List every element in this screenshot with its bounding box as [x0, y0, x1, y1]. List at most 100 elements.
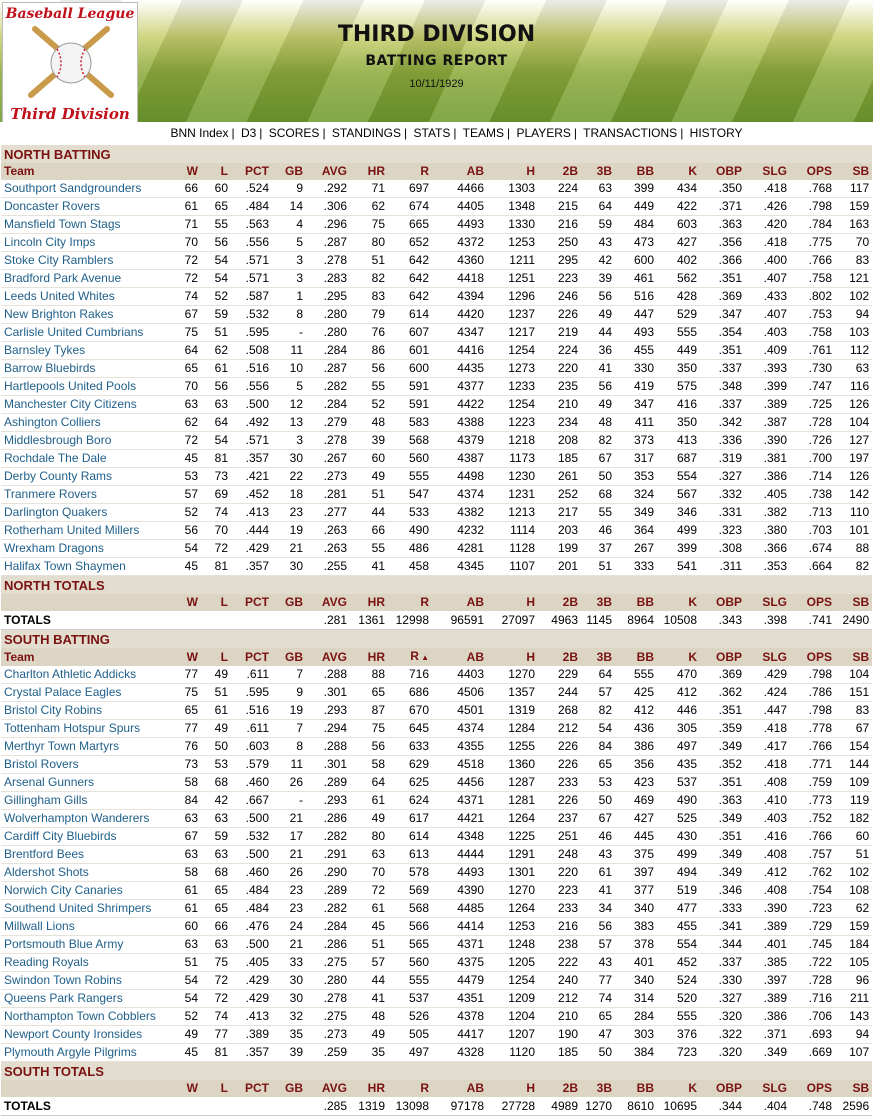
column-header-slg[interactable]: SLG	[745, 163, 790, 180]
team-link[interactable]: New Brighton Rakes	[1, 305, 171, 324]
team-link[interactable]: Barrow Bluebirds	[1, 359, 171, 378]
team-link[interactable]: Merthyr Town Martyrs	[1, 737, 171, 756]
column-header-bb[interactable]: BB	[615, 163, 657, 180]
column-header-ab[interactable]: AB	[432, 163, 487, 180]
column-header-h[interactable]: H	[487, 648, 538, 666]
column-header-ops[interactable]: OPS	[790, 648, 835, 666]
nav-stats[interactable]: STATS	[414, 126, 451, 140]
team-link[interactable]: Arsenal Gunners	[1, 773, 171, 792]
column-header-team[interactable]: Team	[1, 648, 171, 666]
team-link[interactable]: Leeds United Whites	[1, 287, 171, 306]
stat-ops: .693	[790, 1025, 835, 1044]
column-header-2b[interactable]: 2B	[538, 648, 581, 666]
nav-d3[interactable]: D3	[241, 126, 256, 140]
column-header-3b[interactable]: 3B	[581, 648, 615, 666]
column-header-pct[interactable]: PCT	[231, 163, 272, 180]
column-header-pct[interactable]: PCT	[231, 648, 272, 666]
stat-gb: 18	[272, 485, 306, 504]
column-header-k[interactable]: K	[657, 163, 700, 180]
team-link[interactable]: Doncaster Rovers	[1, 197, 171, 216]
stat-k: 687	[657, 449, 700, 468]
column-header-obp[interactable]: OBP	[700, 648, 745, 666]
stat-bb: 419	[615, 377, 657, 396]
column-header-slg[interactable]: SLG	[745, 648, 790, 666]
column-header-avg[interactable]: AVG	[306, 648, 350, 666]
column-header-2b[interactable]: 2B	[538, 163, 581, 180]
team-link[interactable]: Carlisle United Cumbrians	[1, 323, 171, 342]
column-header-l[interactable]: L	[201, 163, 231, 180]
column-header-k[interactable]: K	[657, 648, 700, 666]
column-header-hr[interactable]: HR	[350, 163, 388, 180]
column-header-gb[interactable]: GB	[272, 163, 306, 180]
team-link[interactable]: Cardiff City Bluebirds	[1, 827, 171, 846]
team-link[interactable]: Southend United Shrimpers	[1, 899, 171, 918]
column-header-sb[interactable]: SB	[835, 163, 873, 180]
team-link[interactable]: Northampton Town Cobblers	[1, 1007, 171, 1026]
column-header-ops[interactable]: OPS	[790, 163, 835, 180]
team-link[interactable]: Darlington Quakers	[1, 503, 171, 522]
team-link[interactable]: Tranmere Rovers	[1, 485, 171, 504]
team-link[interactable]: Middlesbrough Boro	[1, 431, 171, 450]
team-link[interactable]: Wolverhampton Wanderers	[1, 809, 171, 828]
stat-gb: 7	[272, 719, 306, 738]
league-logo[interactable]: Baseball League Third Division	[2, 2, 138, 122]
team-link[interactable]: Bristol City Robins	[1, 701, 171, 720]
team-link[interactable]: Plymouth Argyle Pilgrims	[1, 1043, 171, 1062]
team-link[interactable]: Derby County Rams	[1, 467, 171, 486]
team-link[interactable]: Swindon Town Robins	[1, 971, 171, 990]
team-link[interactable]: Reading Royals	[1, 953, 171, 972]
nav-scores[interactable]: SCORES	[269, 126, 320, 140]
table-row: Gillingham Gills 84 42.667- .293 61 624 4371 12…	[1, 791, 873, 810]
team-link[interactable]: Portsmouth Blue Army	[1, 935, 171, 954]
team-link[interactable]: Brentford Bees	[1, 845, 171, 864]
column-header-h[interactable]: H	[487, 163, 538, 180]
nav-bnn-index[interactable]: BNN Index	[170, 126, 228, 140]
team-link[interactable]: Gillingham Gills	[1, 791, 171, 810]
team-link[interactable]: Charlton Athletic Addicks	[1, 666, 171, 684]
stat-avg: .293	[306, 701, 350, 720]
nav-players[interactable]: PLAYERS	[516, 126, 570, 140]
team-link[interactable]: Lincoln City Imps	[1, 233, 171, 252]
team-link[interactable]: Aldershot Shots	[1, 863, 171, 882]
team-link[interactable]: Hartlepools United Pools	[1, 377, 171, 396]
team-link[interactable]: Manchester City Citizens	[1, 395, 171, 414]
team-link[interactable]: Newport County Ironsides	[1, 1025, 171, 1044]
team-link[interactable]: Stoke City Ramblers	[1, 251, 171, 270]
column-header-sb[interactable]: SB	[835, 648, 873, 666]
nav-teams[interactable]: TEAMS	[463, 126, 504, 140]
team-link[interactable]: Bristol Rovers	[1, 755, 171, 774]
team-link[interactable]: Southport Sandgrounders	[1, 180, 171, 198]
nav-transactions[interactable]: TRANSACTIONS	[583, 126, 677, 140]
column-header-hr[interactable]: HR	[350, 648, 388, 666]
team-link[interactable]: Millwall Lions	[1, 917, 171, 936]
team-link[interactable]: Halifax Town Shaymen	[1, 557, 171, 576]
column-header-3b[interactable]: 3B	[581, 163, 615, 180]
column-header-ab[interactable]: AB	[432, 648, 487, 666]
team-link[interactable]: Wrexham Dragons	[1, 539, 171, 558]
column-header-r[interactable]: R ▲	[388, 648, 432, 666]
column-header-team[interactable]: Team	[1, 163, 171, 180]
column-header-w[interactable]: W	[171, 648, 201, 666]
column-header-obp[interactable]: OBP	[700, 163, 745, 180]
team-link[interactable]: Mansfield Town Stags	[1, 215, 171, 234]
stat-pct: .603	[231, 737, 272, 756]
nav-history[interactable]: HISTORY	[690, 126, 743, 140]
team-link[interactable]: Barnsley Tykes	[1, 341, 171, 360]
team-link[interactable]: Ashington Colliers	[1, 413, 171, 432]
column-header-gb[interactable]: GB	[272, 648, 306, 666]
team-link[interactable]: Rochdale The Dale	[1, 449, 171, 468]
team-link[interactable]: Crystal Palace Eagles	[1, 683, 171, 702]
nav-standings[interactable]: STANDINGS	[332, 126, 401, 140]
column-header-w[interactable]: W	[171, 163, 201, 180]
team-link[interactable]: Tottenham Hotspur Spurs	[1, 719, 171, 738]
team-link[interactable]: Norwich City Canaries	[1, 881, 171, 900]
stat-gb: 21	[272, 539, 306, 558]
column-header-l[interactable]: L	[201, 648, 231, 666]
column-header-avg[interactable]: AVG	[306, 163, 350, 180]
team-link[interactable]: Bradford Park Avenue	[1, 269, 171, 288]
stat-slg: .386	[745, 1007, 790, 1026]
team-link[interactable]: Queens Park Rangers	[1, 989, 171, 1008]
column-header-r[interactable]: R	[388, 163, 432, 180]
team-link[interactable]: Rotherham United Millers	[1, 521, 171, 540]
column-header-bb[interactable]: BB	[615, 648, 657, 666]
